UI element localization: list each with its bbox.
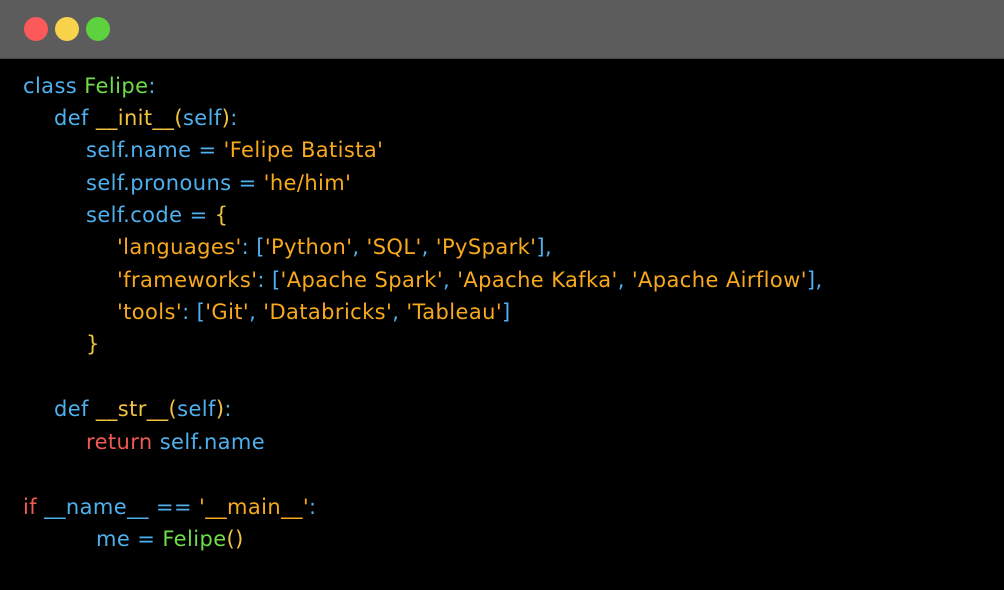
bracket-open: [	[256, 235, 265, 259]
list-value: 'PySpark'	[435, 235, 537, 259]
colon: :	[309, 495, 317, 519]
if-keyword: if	[23, 495, 38, 519]
class-name: Felipe	[84, 74, 149, 98]
list-value: 'Tableau'	[406, 300, 502, 324]
string-value: 'Felipe Batista'	[223, 138, 384, 162]
code-line-7: 'frameworks': ['Apache Spark', 'Apache K…	[117, 264, 823, 296]
bracket-close: ]	[806, 268, 816, 292]
comma: ,	[443, 268, 451, 292]
dict-key: 'languages'	[117, 235, 242, 259]
brace-close: }	[86, 332, 100, 356]
code-editor: class Felipe: def __init__(self): self.n…	[0, 59, 1004, 590]
list-value: 'Git'	[205, 300, 250, 324]
comma: ,	[617, 268, 625, 292]
attribute: self.pronouns	[86, 171, 232, 195]
comma: ,	[544, 235, 553, 259]
code-line-6: 'languages': ['Python', 'SQL', 'PySpark'…	[117, 231, 552, 263]
code-line-12: return self.name	[86, 426, 265, 458]
string-value: 'he/him'	[263, 171, 352, 195]
return-keyword: return	[86, 430, 153, 454]
colon: :	[230, 106, 238, 130]
equals: =	[238, 171, 257, 195]
code-line-2: def __init__(self):	[54, 102, 238, 134]
call-parens: ()	[226, 527, 244, 551]
paren-open: (	[168, 397, 178, 421]
bracket-close: ]	[502, 300, 511, 324]
close-button[interactable]	[24, 17, 48, 41]
attribute: self.code	[86, 203, 183, 227]
code-line-3: self.name = 'Felipe Batista'	[86, 134, 383, 166]
colon: :	[224, 397, 232, 421]
variable-name: me	[96, 527, 131, 551]
equals: =	[198, 138, 217, 162]
code-line-9: }	[86, 328, 100, 360]
minimize-button[interactable]	[55, 17, 79, 41]
dunder-name: __name__	[44, 495, 149, 519]
code-line-4: self.pronouns = 'he/him'	[86, 167, 351, 199]
attribute: self.name	[86, 138, 192, 162]
dict-key: 'tools'	[117, 300, 183, 324]
comma: ,	[352, 235, 360, 259]
colon: :	[241, 235, 250, 259]
list-value: 'Apache Airflow'	[631, 268, 807, 292]
code-line-11: def __str__(self):	[54, 393, 232, 425]
code-window: class Felipe: def __init__(self): self.n…	[0, 0, 1004, 590]
code-line-8: 'tools': ['Git', 'Databricks', 'Tableau'…	[117, 296, 511, 328]
return-value: self.name	[159, 430, 266, 454]
code-line-14: if __name__ == '__main__':	[23, 491, 317, 523]
equals: =	[137, 527, 156, 551]
bracket-close: ]	[536, 235, 545, 259]
equality-operator: ==	[155, 495, 192, 519]
brace-open: {	[214, 203, 229, 227]
maximize-button[interactable]	[86, 17, 110, 41]
code-line-5: self.code = {	[86, 199, 228, 231]
bracket-open: [	[196, 300, 206, 324]
colon: :	[257, 268, 265, 292]
comma: ,	[392, 300, 400, 324]
colon: :	[182, 300, 190, 324]
list-value: 'Apache Kafka'	[457, 268, 618, 292]
paren-open: (	[174, 106, 183, 130]
def-keyword: def	[54, 106, 89, 130]
class-call: Felipe	[162, 527, 227, 551]
self-param: self	[182, 106, 222, 130]
equals: =	[189, 203, 208, 227]
class-keyword: class	[23, 74, 78, 98]
list-value: 'SQL'	[366, 235, 422, 259]
def-keyword: def	[54, 397, 89, 421]
bracket-open: [	[271, 268, 281, 292]
list-value: 'Databricks'	[263, 300, 393, 324]
code-line-15: me = Felipe()	[96, 523, 244, 555]
code-line-1: class Felipe:	[23, 70, 156, 102]
list-value: 'Apache Spark'	[280, 268, 444, 292]
self-param: self	[177, 397, 216, 421]
main-string: '__main__'	[199, 495, 310, 519]
window-titlebar	[0, 0, 1004, 59]
comma: ,	[249, 300, 257, 324]
function-name: __str__	[95, 397, 169, 421]
comma: ,	[421, 235, 429, 259]
dict-key: 'frameworks'	[117, 268, 258, 292]
paren-close: )	[221, 106, 231, 130]
function-name: __init__	[95, 106, 175, 130]
list-value: 'Python'	[264, 235, 353, 259]
comma: ,	[815, 268, 823, 292]
colon: :	[148, 74, 156, 98]
